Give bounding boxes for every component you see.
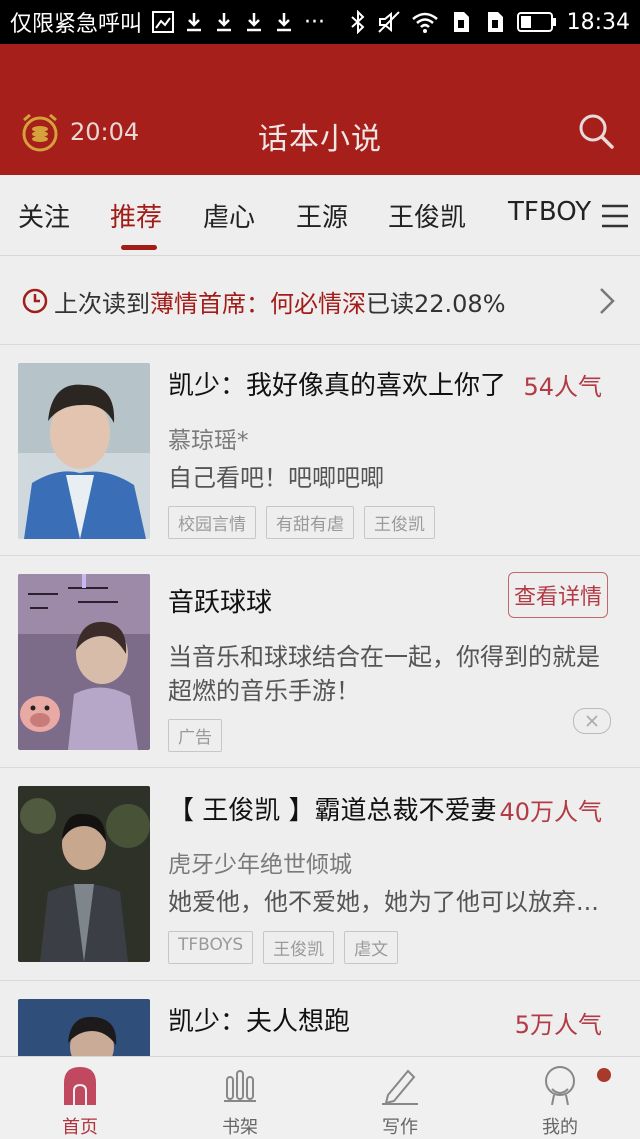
- story-title[interactable]: 凯少：夫人想跑: [168, 1001, 350, 1038]
- story-tags: TFBOYS 王俊凯 虐文: [168, 931, 399, 964]
- nav-write[interactable]: 写作: [320, 1057, 480, 1139]
- tab-follow[interactable]: 关注: [18, 197, 70, 234]
- tab-recommend[interactable]: 推荐: [110, 197, 162, 234]
- ad-title[interactable]: 音跃球球: [168, 582, 272, 619]
- story-tags: 校园言情 有甜有虐 王俊凯: [168, 506, 435, 539]
- download-icon: [247, 13, 262, 32]
- story-cover-image: [18, 999, 150, 1061]
- story-card[interactable]: 凯少：我好像真的喜欢上你了 54人气 慕琼瑶* 自己看吧！吧唧吧唧 校园言情 有…: [0, 345, 640, 556]
- story-tag[interactable]: 王俊凯: [263, 931, 335, 964]
- nav-bookshelf-label: 书架: [222, 1117, 258, 1138]
- clock-text: 18:34: [566, 9, 630, 35]
- nav-write-label: 写作: [382, 1117, 418, 1138]
- view-details-button[interactable]: 查看详情: [508, 572, 608, 618]
- story-description: 她爱他，他不爱她，她为了他可以放弃...: [168, 888, 599, 916]
- sim-icon: [487, 12, 503, 32]
- tab-wangjunkai[interactable]: 王俊凯: [388, 197, 466, 234]
- tab-wangyuan[interactable]: 王源: [296, 197, 348, 234]
- app-title: 话本小说: [258, 122, 382, 157]
- ad-cover-image: [18, 574, 150, 750]
- image-icon: [152, 11, 175, 33]
- story-author[interactable]: 虎牙少年绝世倾城: [168, 845, 352, 879]
- download-icon: [187, 13, 202, 32]
- tab-heartbreak[interactable]: 虐心: [203, 197, 255, 234]
- sim-icon: [453, 12, 469, 32]
- more-notifications-icon: ···: [304, 9, 325, 35]
- story-tag[interactable]: 有甜有虐: [266, 506, 354, 539]
- chevron-right-icon[interactable]: [596, 286, 618, 316]
- story-tag[interactable]: TFBOYS: [168, 931, 254, 964]
- clock-icon: [22, 288, 48, 314]
- mute-icon: [377, 11, 400, 33]
- close-ad-button[interactable]: [573, 708, 611, 734]
- download-icon: [277, 13, 292, 32]
- last-read-text: 上次读到薄情首席：何必情深已读22.08%: [54, 284, 506, 319]
- status-bar: 仅限紧急呼叫 ··· 18:34: [0, 0, 640, 44]
- profile-icon: [545, 1066, 575, 1105]
- download-icon: [217, 13, 232, 32]
- story-tag[interactable]: 校园言情: [168, 506, 256, 539]
- story-title[interactable]: 凯少：我好像真的喜欢上你了: [168, 365, 506, 402]
- ad-tags: 广告: [168, 719, 222, 752]
- story-cover-image: [18, 786, 150, 962]
- story-cover-image: [18, 363, 150, 539]
- close-icon: [586, 715, 598, 727]
- ad-description: 当音乐和球球结合在一起，你得到的就是超燃的音乐手游！: [168, 643, 600, 705]
- story-popularity: 40万人气: [499, 798, 602, 826]
- story-title[interactable]: 【 王俊凯 】霸道总裁不爱妻: [168, 790, 497, 827]
- search-icon[interactable]: [577, 112, 615, 150]
- home-icon: [64, 1067, 96, 1105]
- last-read-book[interactable]: 薄情首席：何必情深: [150, 290, 366, 318]
- tab-tfboys[interactable]: TFBOY: [508, 197, 591, 227]
- nav-home-label: 首页: [62, 1117, 98, 1138]
- story-description: 自己看吧！吧唧吧唧: [168, 464, 384, 492]
- story-card[interactable]: 【 王俊凯 】霸道总裁不爱妻 40万人气 虎牙少年绝世倾城 她爱他，他不爱她，她…: [0, 768, 640, 981]
- app-header: 20:04 话本小说: [0, 44, 640, 175]
- ad-label: 广告: [168, 719, 222, 752]
- bottom-navigation: 首页 书架 写作 我的: [0, 1056, 640, 1139]
- nav-profile[interactable]: 我的: [480, 1057, 640, 1139]
- battery-icon: [516, 12, 556, 32]
- category-tabs: 关注 推荐 虐心 王源 王俊凯 TFBOY: [0, 175, 640, 256]
- last-read-banner[interactable]: 上次读到薄情首席：何必情深已读22.08%: [0, 256, 640, 345]
- story-tag[interactable]: 王俊凯: [364, 506, 435, 539]
- nav-home[interactable]: 首页: [0, 1057, 160, 1139]
- bluetooth-icon: [350, 10, 365, 34]
- ad-card[interactable]: 音跃球球 查看详情 当音乐和球球结合在一起，你得到的就是超燃的音乐手游！ 广告: [0, 556, 640, 768]
- nav-bookshelf[interactable]: 书架: [160, 1057, 320, 1139]
- story-popularity: 54人气: [523, 373, 602, 401]
- story-tag[interactable]: 虐文: [344, 931, 399, 964]
- carrier-text: 仅限紧急呼叫: [10, 12, 143, 37]
- story-card[interactable]: 凯少：夫人想跑 5万人气: [0, 981, 640, 1061]
- last-read-progress: 已读22.08%: [366, 290, 506, 318]
- wifi-icon: [411, 12, 438, 33]
- story-author[interactable]: 慕琼瑶*: [168, 421, 249, 455]
- story-popularity: 5万人气: [514, 1011, 602, 1039]
- pen-icon: [382, 1069, 418, 1105]
- last-read-prefix: 上次读到: [54, 290, 150, 318]
- nav-profile-label: 我的: [542, 1117, 578, 1138]
- active-tab-indicator: [121, 245, 157, 250]
- bookshelf-icon: [224, 1070, 256, 1102]
- notification-dot: [597, 1068, 611, 1082]
- menu-icon[interactable]: [600, 203, 630, 229]
